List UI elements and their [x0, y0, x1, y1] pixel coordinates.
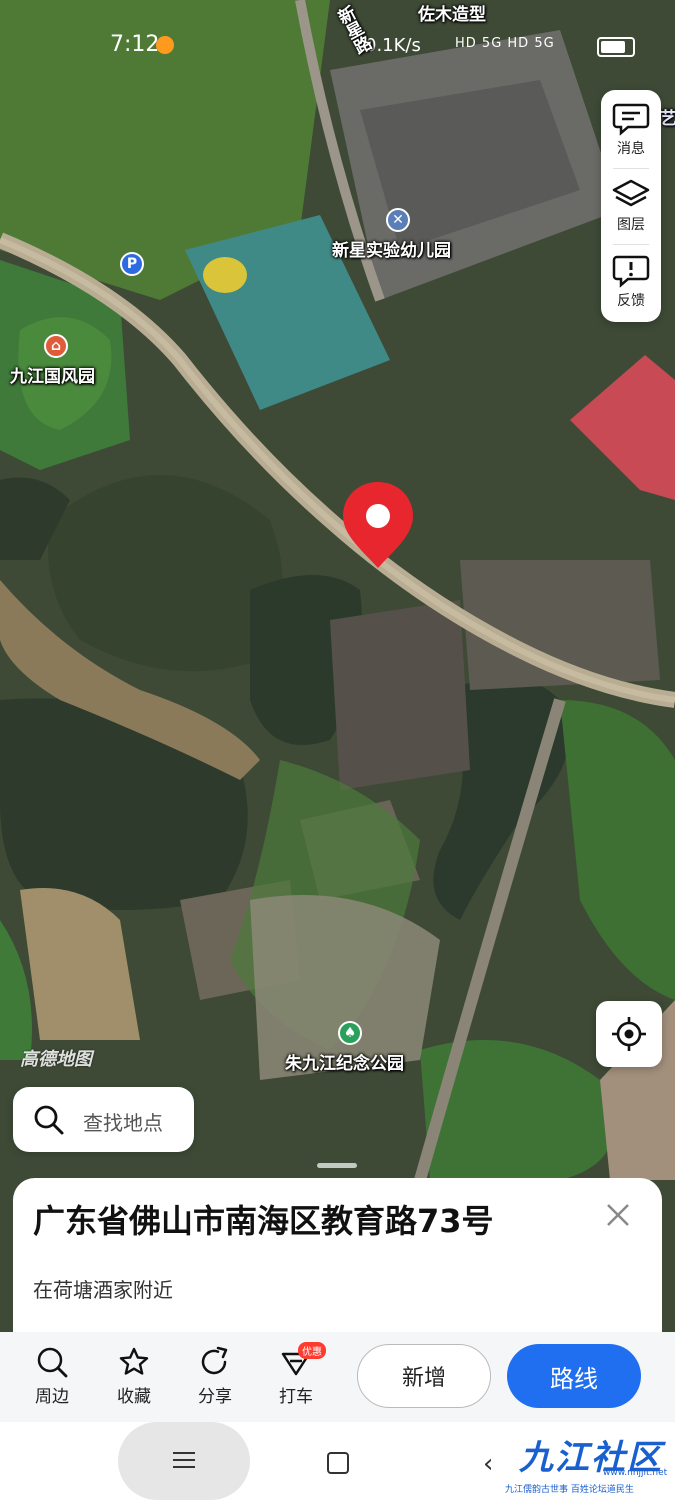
favorite-label: 收藏 [117, 1387, 151, 1407]
favorite-button[interactable]: 收藏 [104, 1346, 164, 1407]
layers-label: 图层 [617, 217, 645, 233]
site-watermark: 九江社区 www.nhjjlt.net 九江儒韵古世事 百姓论坛道民生 [505, 1430, 670, 1498]
signal-icon: HD 5G HD 5G [455, 36, 555, 51]
map-label-kindergarten[interactable]: 新星实验幼儿园 [332, 236, 451, 261]
taxi-label: 打车 [279, 1387, 313, 1407]
site-watermark-url: www.nhjjlt.net [603, 1468, 668, 1478]
share-label: 分享 [198, 1387, 232, 1407]
status-time: 7:12 [110, 32, 160, 57]
crosshair-icon [612, 1017, 646, 1051]
share-icon [201, 1346, 228, 1375]
park-icon[interactable]: ♠ [338, 1021, 362, 1045]
sheet-drag-handle[interactable] [317, 1163, 357, 1168]
map-label-edge: 艺 [660, 109, 675, 129]
status-bar: 7:12 0.1K/s HD 5G HD 5G [0, 30, 675, 66]
school-icon[interactable]: ✕ [386, 208, 410, 232]
map-label-park[interactable]: 朱九江纪念公园 [285, 1049, 404, 1074]
menu-icon [173, 1452, 195, 1454]
home-button[interactable] [327, 1452, 349, 1474]
map-tools-panel: 消息 图层 反馈 [601, 90, 661, 322]
system-nav-bar: ‹ 九江社区 www.nhjjlt.net 九江儒韵古世事 百姓论坛道民生 [0, 1422, 675, 1500]
add-button[interactable]: 新增 [357, 1344, 491, 1408]
site-watermark-slogan: 九江儒韵古世事 百姓论坛道民生 [505, 1485, 634, 1495]
back-button[interactable]: ‹ [483, 1449, 493, 1479]
battery-icon [597, 37, 635, 57]
star-icon [119, 1347, 149, 1375]
map-label-zuomu[interactable]: 佐木造型 [418, 0, 486, 25]
map-label-guofengyuan[interactable]: 九江国风园 [10, 362, 95, 387]
parking-icon[interactable]: P [120, 252, 144, 276]
feedback-label: 反馈 [617, 293, 645, 309]
action-bar: 周边 收藏 分享 优惠 打车 新增 路线 [0, 1332, 675, 1422]
attraction-icon[interactable]: ⌂ [44, 334, 68, 358]
location-pin-icon[interactable] [340, 480, 416, 572]
messages-label: 消息 [617, 141, 645, 157]
messages-button[interactable]: 消息 [601, 92, 661, 164]
layers-icon [612, 179, 650, 207]
route-button[interactable]: 路线 [507, 1344, 641, 1408]
search-placeholder: 查找地点 [83, 1111, 163, 1135]
feedback-button[interactable]: 反馈 [601, 244, 661, 316]
amap-watermark: 高德地图 [20, 1049, 92, 1070]
place-address: 广东省佛山市南海区教育路73号 [33, 1202, 494, 1240]
locate-button[interactable] [596, 1001, 662, 1067]
close-icon[interactable] [605, 1202, 631, 1228]
app-notification-icon [156, 36, 174, 54]
search-icon [37, 1347, 68, 1378]
nearby-button[interactable]: 周边 [22, 1346, 82, 1407]
nearby-label: 周边 [35, 1387, 69, 1407]
place-nearby: 在荷塘酒家附近 [33, 1278, 173, 1302]
message-icon [612, 103, 650, 136]
menu-button[interactable] [118, 1422, 250, 1500]
layers-button[interactable]: 图层 [601, 168, 661, 240]
share-button[interactable]: 分享 [185, 1346, 245, 1407]
taxi-badge: 优惠 [298, 1342, 326, 1359]
feedback-icon [612, 255, 650, 288]
search-box[interactable]: 查找地点 [13, 1087, 194, 1152]
taxi-button[interactable]: 优惠 打车 [266, 1342, 326, 1407]
search-icon [34, 1105, 64, 1135]
